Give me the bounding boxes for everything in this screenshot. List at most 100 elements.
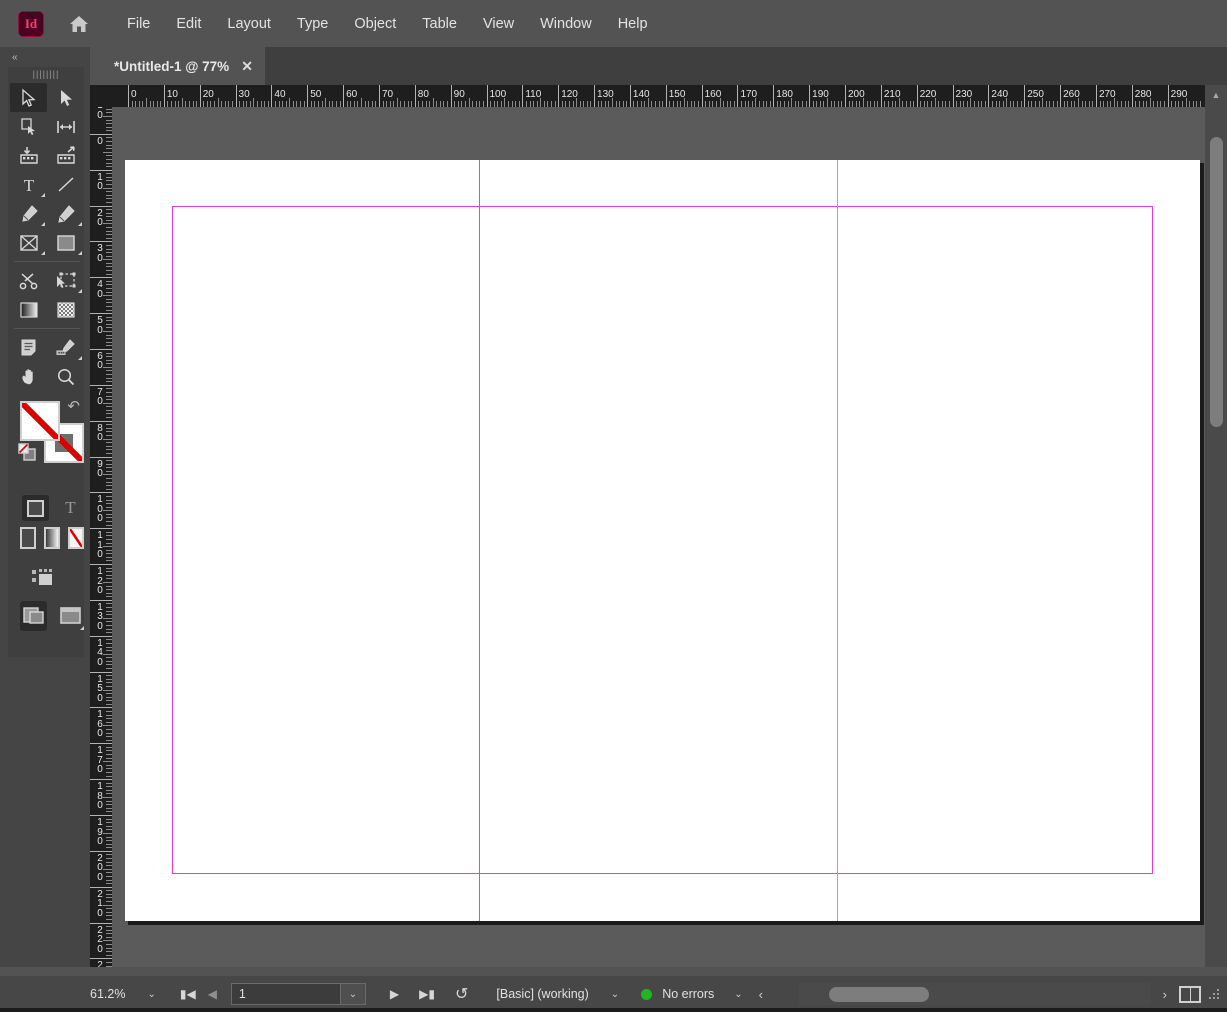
ruler-tick-major	[343, 85, 345, 107]
ruler-tick-minor	[103, 115, 112, 117]
resize-grip-icon[interactable]	[1207, 987, 1221, 1001]
ruler-tick-minor	[181, 98, 183, 107]
scroll-up-icon[interactable]: ▲	[1205, 85, 1227, 105]
ruler-tick-minor	[103, 438, 112, 440]
pen-tool[interactable]	[10, 199, 47, 228]
previous-page-button[interactable]: ◀	[202, 987, 223, 1001]
frame-tool-flyout-arrow	[41, 251, 45, 255]
menu-item-view[interactable]: View	[470, 12, 527, 36]
gradient-swatch-tool[interactable]	[10, 295, 47, 324]
vertical-scrollbar[interactable]: ▲	[1205, 85, 1227, 967]
zoom-tool[interactable]	[47, 362, 84, 391]
default-fill-stroke-icon[interactable]	[18, 443, 36, 461]
zoom-dropdown-icon[interactable]: ⌄	[147, 989, 155, 1000]
ruler-tick-minor	[1149, 98, 1151, 107]
menu-item-object[interactable]: Object	[341, 12, 409, 36]
ruler-tick-major	[90, 384, 112, 386]
master-page-icon[interactable]: ↺	[455, 984, 468, 1004]
preflight-status-label: No errors	[662, 987, 715, 1001]
rectangle-tool[interactable]	[47, 228, 84, 257]
ruler-tick-minor	[719, 98, 721, 107]
type-tool-flyout-arrow	[41, 193, 45, 197]
line-tool[interactable]	[47, 170, 84, 199]
ruler-label: 60	[97, 350, 103, 372]
fill-swatch[interactable]	[20, 401, 60, 441]
menu-item-layout[interactable]: Layout	[214, 12, 284, 36]
expand-status-icon[interactable]: ‹	[759, 987, 763, 1002]
content-placer-tool[interactable]	[47, 141, 84, 170]
fill-none-indicator	[22, 403, 58, 439]
horizontal-ruler[interactable]: 0 10 20 30 40 50 60 70 80 90 100 110 120 130 140 150 160…	[112, 85, 1205, 107]
apply-color-button[interactable]	[20, 527, 36, 549]
ruler-tick-major	[701, 85, 703, 107]
next-page-button[interactable]: ▶	[384, 987, 405, 1001]
swap-fill-stroke-icon[interactable]: ↶	[67, 397, 80, 415]
vertical-ruler[interactable]: 1001020304050607080901001101201301401501…	[90, 107, 112, 967]
formatting-affects-container-button[interactable]	[22, 495, 49, 521]
spread-view-icon[interactable]	[1179, 985, 1201, 1003]
formatting-affects-text-button[interactable]: T	[57, 495, 84, 521]
document-tab-bar: *Untitled-1 @ 77% ✕	[90, 47, 1227, 85]
style-dropdown-icon[interactable]: ⌄	[611, 989, 619, 1000]
first-page-button[interactable]: ▮◀	[174, 987, 202, 1001]
eyedropper-tool[interactable]	[47, 333, 84, 362]
ruler-tick-major	[737, 85, 739, 107]
scroll-right-icon[interactable]: ›	[1163, 987, 1167, 1002]
document-tab[interactable]: *Untitled-1 @ 77% ✕	[90, 47, 265, 85]
gap-tool[interactable]	[47, 112, 84, 141]
ruler-tick-major	[90, 599, 112, 601]
content-collector-tool[interactable]	[10, 141, 47, 170]
ruler-tick-major	[1131, 85, 1133, 107]
container-icon	[27, 499, 44, 517]
menu-item-help[interactable]: Help	[605, 12, 661, 36]
zoom-level-label[interactable]: 61.2%	[90, 987, 125, 1001]
frame-tool[interactable]	[10, 228, 47, 257]
menu-item-edit[interactable]: Edit	[163, 12, 214, 36]
collapse-panel-icon[interactable]: «	[0, 47, 90, 67]
column-guide-2	[837, 160, 838, 921]
page-number-field[interactable]: 1	[230, 983, 341, 1005]
ruler-tick-major	[90, 492, 112, 494]
panel-drag-handle[interactable]: ||||||||	[8, 67, 84, 81]
close-icon[interactable]: ✕	[241, 58, 253, 75]
menu-item-table[interactable]: Table	[409, 12, 470, 36]
horizontal-scroll-thumb[interactable]	[829, 987, 930, 1002]
menu-item-file[interactable]: File	[114, 12, 163, 36]
type-tool[interactable]: T	[10, 170, 47, 199]
fill-stroke-swatches: ↶	[8, 395, 84, 491]
eyedropper-tool-flyout-arrow	[78, 356, 82, 360]
hand-tool[interactable]	[10, 362, 47, 391]
ruler-label: 230	[97, 960, 103, 967]
horizontal-scrollbar[interactable]	[799, 983, 1151, 1005]
direct-selection-tool[interactable]	[47, 83, 84, 112]
ruler-tick-major	[665, 85, 667, 107]
preview-mode-button[interactable]	[57, 601, 84, 631]
apply-to-frame-icon[interactable]	[26, 563, 60, 593]
gradient-feather-tool[interactable]	[47, 295, 84, 324]
preflight-dropdown-icon[interactable]: ⌄	[734, 989, 742, 1000]
page-tool[interactable]	[10, 112, 47, 141]
page-dropdown-icon[interactable]: ⌄	[340, 983, 366, 1005]
ruler-tick-major	[1167, 85, 1169, 107]
scissors-tool[interactable]	[10, 266, 47, 295]
tool-separator	[14, 261, 80, 262]
last-page-button[interactable]: ▶▮	[413, 987, 441, 1001]
home-icon[interactable]	[66, 11, 92, 37]
apply-none-button[interactable]	[68, 527, 84, 549]
vertical-scroll-thumb[interactable]	[1210, 137, 1223, 427]
menu-item-window[interactable]: Window	[527, 12, 605, 36]
style-label[interactable]: [Basic] (working)	[496, 987, 588, 1001]
free-transform-tool[interactable]	[47, 266, 84, 295]
pencil-tool[interactable]	[47, 199, 84, 228]
ruler-origin-corner[interactable]	[90, 85, 112, 107]
apply-gradient-button[interactable]	[44, 527, 60, 549]
menu-item-type[interactable]: Type	[284, 12, 341, 36]
ruler-tick-minor	[647, 98, 649, 107]
ruler-tick-minor	[540, 98, 542, 107]
ruler-label: 80	[417, 89, 429, 100]
document-canvas[interactable]	[112, 107, 1205, 967]
ruler-tick-major	[90, 922, 112, 924]
note-tool[interactable]	[10, 333, 47, 362]
selection-tool[interactable]	[10, 83, 47, 112]
normal-mode-button[interactable]	[20, 601, 47, 631]
